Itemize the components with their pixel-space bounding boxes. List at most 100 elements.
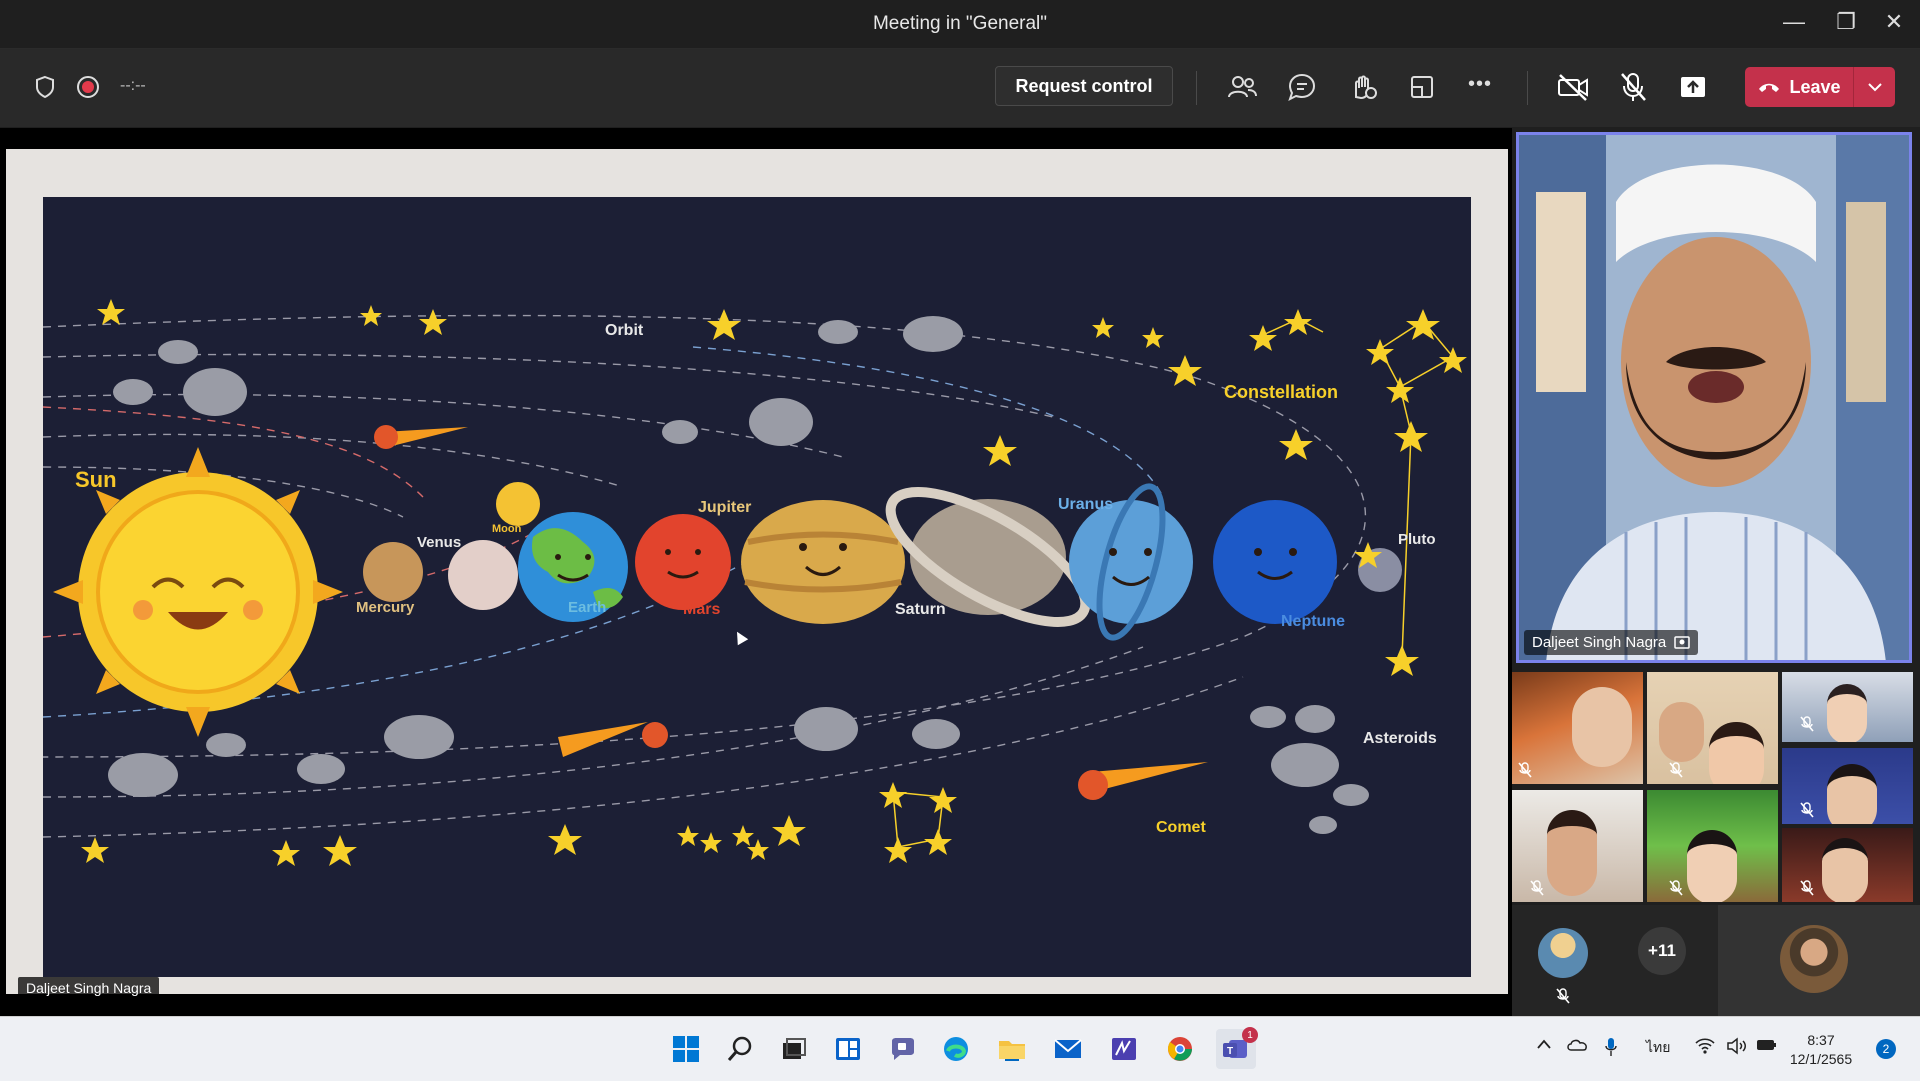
shared-content-stage: Sun Mercury Venus Moon Earth Mars Jupite… bbox=[0, 128, 1512, 1016]
avatar[interactable] bbox=[1538, 928, 1588, 978]
participant-video bbox=[1827, 684, 1867, 742]
toolbar-divider bbox=[1196, 71, 1197, 105]
teams-badge: 1 bbox=[1242, 1027, 1258, 1043]
label-asteroids: Asteroids bbox=[1363, 730, 1437, 747]
label-jupiter: Jupiter bbox=[698, 499, 752, 516]
close-icon: ✕ bbox=[1884, 9, 1904, 34]
search-icon[interactable] bbox=[720, 1029, 760, 1069]
whiteboard-icon[interactable] bbox=[1104, 1029, 1144, 1069]
battery-icon[interactable] bbox=[1756, 1037, 1778, 1056]
participant-video bbox=[1547, 810, 1597, 896]
participant-tile[interactable] bbox=[1782, 748, 1913, 824]
chat-app-icon[interactable] bbox=[882, 1029, 922, 1069]
meeting-timer: --:-- bbox=[120, 77, 146, 94]
mic-off-icon bbox=[1556, 988, 1570, 1004]
request-control-button[interactable]: Request control bbox=[995, 66, 1173, 106]
share-screen-icon[interactable] bbox=[1677, 71, 1709, 103]
notification-badge[interactable]: 2 bbox=[1876, 1039, 1896, 1059]
label-orbit: Orbit bbox=[605, 322, 644, 339]
participant-video bbox=[1687, 830, 1737, 902]
taskbar-clock[interactable]: 8:37 12/1/2565 bbox=[1786, 1031, 1856, 1069]
window-title: Meeting in "General" bbox=[872, 13, 1048, 34]
participant-tile[interactable] bbox=[1512, 672, 1643, 784]
chevron-down-icon[interactable] bbox=[1855, 67, 1895, 107]
self-avatar[interactable] bbox=[1780, 925, 1848, 993]
mic-off-icon bbox=[1800, 880, 1814, 896]
speaker-name: Daljeet Singh Nagra bbox=[1532, 634, 1667, 651]
participant-tile[interactable] bbox=[1512, 790, 1643, 902]
restore-icon: ❐ bbox=[1836, 9, 1856, 34]
leave-label: Leave bbox=[1789, 76, 1841, 97]
label-neptune: Neptune bbox=[1281, 613, 1345, 630]
widgets-icon[interactable] bbox=[828, 1029, 868, 1069]
speaker-video-frame bbox=[1519, 135, 1909, 660]
label-sun: Sun bbox=[75, 467, 117, 492]
participant-tile[interactable] bbox=[1647, 790, 1778, 902]
label-venus: Venus bbox=[417, 534, 462, 551]
title-bar: Meeting in "General" — ❐ ✕ bbox=[0, 0, 1920, 49]
label-moon: Moon bbox=[492, 523, 522, 535]
meeting-toolbar: --:-- Request control ••• Leave bbox=[0, 49, 1920, 127]
mic-off-icon bbox=[1518, 762, 1532, 778]
participant-tile[interactable] bbox=[1782, 828, 1913, 902]
participant-video bbox=[1572, 687, 1632, 767]
input-language[interactable]: ไทย bbox=[1646, 1037, 1670, 1059]
mic-off-icon[interactable] bbox=[1618, 71, 1648, 103]
solar-system-illustration bbox=[43, 299, 1467, 866]
volume-icon[interactable] bbox=[1726, 1037, 1748, 1058]
label-uranus: Uranus bbox=[1058, 496, 1114, 513]
camera-off-icon[interactable] bbox=[1556, 71, 1590, 103]
chrome-browser-icon[interactable] bbox=[1160, 1029, 1200, 1069]
clock-date: 12/1/2565 bbox=[1789, 1051, 1853, 1067]
svg-text:T: T bbox=[1227, 1046, 1233, 1057]
more-options-icon[interactable]: ••• bbox=[1468, 73, 1492, 96]
start-icon[interactable] bbox=[666, 1029, 706, 1069]
microphone-icon[interactable] bbox=[1604, 1037, 1618, 1060]
chat-icon[interactable] bbox=[1286, 71, 1318, 103]
participant-video bbox=[1709, 722, 1764, 784]
mic-off-icon bbox=[1669, 880, 1683, 896]
mic-off-icon bbox=[1669, 762, 1683, 778]
leave-button[interactable]: Leave bbox=[1745, 67, 1895, 107]
active-speaker-video[interactable] bbox=[1516, 132, 1912, 663]
presenter-name-tag: Daljeet Singh Nagra bbox=[18, 977, 160, 999]
mail-icon[interactable] bbox=[1048, 1029, 1088, 1069]
label-mars: Mars bbox=[683, 601, 721, 618]
file-explorer-icon[interactable] bbox=[992, 1029, 1032, 1069]
shared-slide-frame: Sun Mercury Venus Moon Earth Mars Jupite… bbox=[6, 149, 1508, 994]
label-constellation: Constellation bbox=[1224, 382, 1339, 402]
mic-off-icon bbox=[1800, 802, 1814, 818]
solar-system-slide: Sun Mercury Venus Moon Earth Mars Jupite… bbox=[43, 197, 1471, 977]
participant-video bbox=[1659, 702, 1704, 762]
label-comet: Comet bbox=[1156, 819, 1206, 836]
participant-tile[interactable] bbox=[1647, 672, 1778, 784]
close-button[interactable]: ✕ bbox=[1866, 0, 1920, 44]
label-saturn: Saturn bbox=[895, 601, 946, 618]
reactions-icon[interactable] bbox=[1346, 71, 1378, 103]
participants-icon[interactable] bbox=[1226, 71, 1258, 103]
participant-tile[interactable] bbox=[1782, 672, 1913, 742]
participant-video bbox=[1822, 838, 1868, 902]
label-earth: Earth bbox=[568, 599, 607, 616]
onedrive-icon[interactable] bbox=[1566, 1037, 1588, 1054]
more-participants-badge[interactable]: +11 bbox=[1638, 927, 1686, 975]
edge-browser-icon[interactable] bbox=[936, 1029, 976, 1069]
clock-time: 8:37 bbox=[1807, 1032, 1835, 1048]
recording-icon bbox=[76, 75, 100, 99]
minimize-icon: — bbox=[1783, 9, 1805, 34]
pin-icon[interactable] bbox=[1674, 635, 1690, 651]
speaker-name-tag: Daljeet Singh Nagra bbox=[1524, 630, 1699, 655]
minimize-button[interactable]: — bbox=[1766, 0, 1822, 44]
windows-taskbar: T 1 ไทย 8:37 12/1/2565 2 bbox=[0, 1016, 1920, 1081]
rooms-icon[interactable] bbox=[1406, 71, 1438, 103]
chevron-up-icon[interactable] bbox=[1536, 1037, 1552, 1053]
toolbar-divider bbox=[1527, 71, 1528, 105]
label-pluto: Pluto bbox=[1398, 531, 1436, 548]
shield-icon[interactable] bbox=[34, 75, 56, 99]
mic-off-icon bbox=[1530, 880, 1544, 896]
leave-main[interactable]: Leave bbox=[1745, 67, 1853, 107]
wifi-icon[interactable] bbox=[1694, 1037, 1716, 1058]
leave-divider bbox=[1853, 67, 1854, 107]
task-view-icon[interactable] bbox=[774, 1029, 814, 1069]
teams-icon[interactable]: T 1 bbox=[1216, 1027, 1258, 1069]
